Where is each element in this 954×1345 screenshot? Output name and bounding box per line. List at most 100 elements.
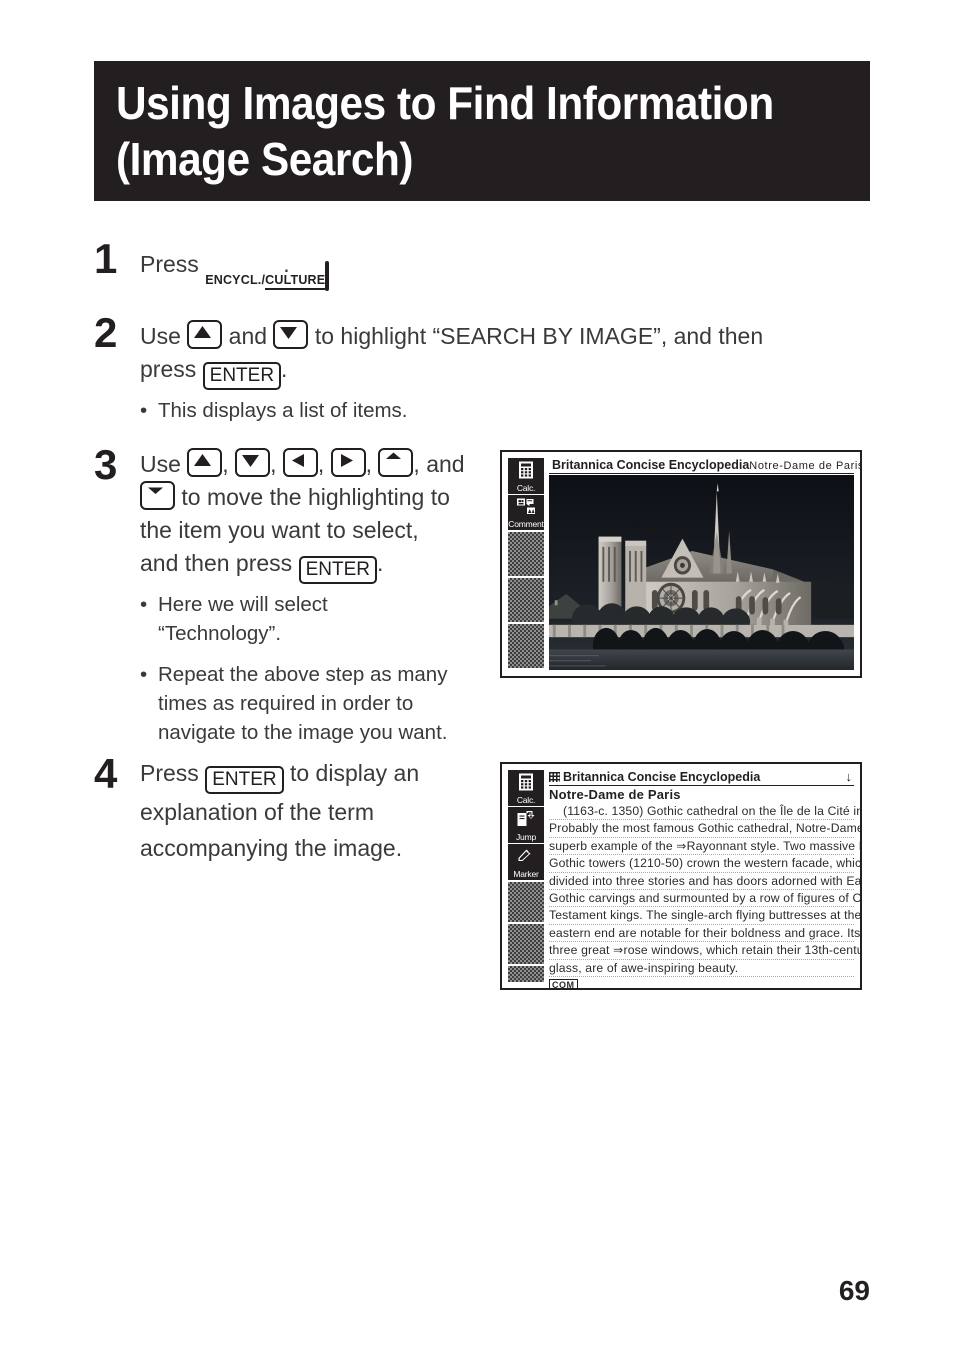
step-3-press-label: and then press: [140, 550, 299, 576]
step-1-number: 1: [94, 235, 118, 282]
step-3-number: 3: [94, 441, 118, 488]
rail-filler-4: [508, 669, 544, 670]
device-screenshot-text-view: Calc. Jump Marker Britannica Concise Enc…: [500, 762, 862, 990]
right-arrow-key[interactable]: [330, 448, 366, 477]
step-2-use-label: Use: [140, 323, 188, 349]
enter-key[interactable]: ENTER: [298, 556, 377, 584]
rail-button-calc[interactable]: Calc.: [508, 770, 544, 806]
rail-button-jump[interactable]: Jump: [508, 807, 544, 843]
step-1-line-1: Press ENCYCL./CULTURE.: [140, 248, 500, 293]
article-line: Gothic carvings and surmounted by a row …: [549, 890, 860, 908]
step-4-display-label: to display an: [283, 760, 420, 786]
step-2-bullets: This displays a list of items.: [140, 396, 840, 425]
calculator-icon: [518, 773, 535, 796]
step-3-sep-2: ,: [270, 451, 283, 477]
step-3-use-label: Use: [140, 451, 188, 477]
article-line: three great ⇒rose windows, which retain …: [549, 942, 860, 960]
down-arrow-key[interactable]: [235, 448, 271, 477]
step-2-and-label: and: [222, 323, 274, 349]
step-3-sep-4: ,: [365, 451, 379, 477]
page-down-key[interactable]: [140, 481, 175, 510]
article-line: superb example of the ⇒Rayonnant style. …: [549, 838, 860, 856]
step-3-line-3: the item you want to select,: [140, 517, 419, 543]
step-2-instruction: to highlight “SEARCH BY IMAGE”, and then: [308, 323, 764, 349]
article-body[interactable]: Notre-Dame de Paris (1163-c. 1350) Gothi…: [549, 786, 860, 988]
rail-button-calc-label: Calc.: [516, 482, 536, 493]
rail-filler-2: [508, 923, 544, 965]
device-content-image-view: Britannica Concise Encyclopedia Notre-Da…: [544, 458, 860, 670]
step-2-period: .: [281, 356, 288, 382]
device-rail-text-view: Calc. Jump Marker: [508, 770, 544, 982]
article-line: Probably the most famous Gothic cathedra…: [549, 820, 860, 838]
page-title-line-2: (Image Search): [116, 133, 413, 185]
down-arrow-key[interactable]: [273, 320, 309, 349]
rail-button-marker[interactable]: Marker: [508, 844, 544, 880]
encycl-culture-key[interactable]: ENCYCL./CULTURE: [205, 260, 330, 293]
article-line: Gothic towers (1210-50) crown the wester…: [549, 855, 860, 873]
step-3-and-label: , and: [413, 451, 465, 477]
up-arrow-key[interactable]: [187, 320, 223, 349]
article-line: (1163-c. 1350) Gothic cathedral on the Î…: [549, 803, 860, 821]
step-2-number: 2: [94, 309, 118, 356]
step-3-bullet-1-line-2: “Technology”.: [158, 622, 282, 645]
step-2-bullet-1-line-1: This displays a list of items.: [158, 399, 408, 422]
page-up-key[interactable]: [378, 448, 414, 477]
step-2-line-1: Use and to highlight “SEARCH BY IMAGE”, …: [140, 320, 840, 353]
step-3-period: .: [376, 550, 384, 576]
jump-icon: [517, 810, 536, 832]
device-rail-image-view: Calc. Comment: [508, 458, 544, 670]
image-caption-header: Notre-Dame de Paris.: [749, 460, 862, 472]
step-2-bullet-1: This displays a list of items.: [140, 396, 840, 425]
device-screenshot-image-view: Calc. Comment Britannica Concise Encyclo…: [500, 450, 862, 678]
rail-button-calc[interactable]: Calc.: [508, 458, 544, 494]
rail-filler-2: [508, 577, 544, 623]
com-tag-badge[interactable]: COM: [549, 978, 578, 988]
article-term: Notre-Dame de Paris: [549, 787, 681, 802]
scroll-down-indicator-icon[interactable]: ↓: [846, 770, 855, 783]
rail-filler-3: [508, 623, 544, 669]
step-2-line-2: press ENTER.: [140, 353, 840, 390]
step-2-press-label: press: [140, 356, 203, 382]
article-line: glass, are of awe-inspiring beauty.: [549, 960, 854, 977]
device-screen-text-view: Calc. Jump Marker Britannica Concise Enc…: [508, 770, 860, 988]
calculator-icon: [518, 461, 535, 484]
step-4-line-1: Press ENTER to display an: [140, 755, 490, 794]
comment-icon: [517, 498, 536, 520]
step-1-text: Press ENCYCL./CULTURE.: [140, 248, 500, 293]
device-screen-image-view: Calc. Comment Britannica Concise Encyclo…: [508, 458, 860, 670]
step-1-press-label: Press: [140, 251, 206, 277]
step-3-line-1: Use , , , , , and: [140, 448, 490, 481]
step-3-line-4: and then press ENTER.: [140, 547, 490, 584]
rail-filler-3: [508, 965, 544, 982]
step-3-line-2: to move the highlighting to: [140, 481, 490, 514]
article-line: Testament kings. The single-arch flying …: [549, 907, 860, 925]
step-4-press-label: Press: [140, 760, 206, 786]
encycl-culture-key-cap-2: CULTURE: [265, 273, 326, 290]
article-line: eastern end are notable for their boldne…: [549, 925, 860, 943]
rail-button-comment[interactable]: Comment: [508, 494, 544, 530]
rail-button-jump-label: Jump: [516, 832, 536, 842]
rail-button-calc-label: Calc.: [516, 795, 536, 805]
rail-filler-1: [508, 531, 544, 577]
notre-dame-photo[interactable]: [549, 475, 854, 670]
page-number: 69: [838, 1275, 870, 1306]
article-com-row: COM: [549, 977, 854, 988]
step-3-bullet-2-line-2: times as required in order to: [158, 692, 414, 715]
dictionary-title: Britannica Concise Encyclopedia: [552, 458, 750, 472]
step-3-bullets: Here we will select “Technology”. Repeat…: [140, 590, 490, 747]
left-arrow-key[interactable]: [282, 448, 318, 477]
marker-icon: [517, 847, 536, 868]
device-header-image-view: Britannica Concise Encyclopedia Notre-Da…: [549, 458, 860, 474]
up-arrow-key[interactable]: [187, 448, 223, 477]
step-2-text: Use and to highlight “SEARCH BY IMAGE”, …: [140, 320, 840, 425]
step-3-bullet-2-line-3: navigate to the image you want.: [158, 721, 448, 744]
step-4-number: 4: [94, 750, 118, 797]
step-4-line-3: accompanying the image.: [140, 835, 403, 861]
step-3-bullet-1-line-1: Here we will select: [158, 593, 328, 616]
step-3-text: Use , , , , , and to move the highlighti…: [140, 448, 490, 747]
step-3-sep-1: ,: [222, 451, 236, 477]
dictionary-title: Britannica Concise Encyclopedia: [563, 770, 761, 784]
enter-key[interactable]: ENTER: [202, 362, 282, 390]
step-3-bullet-1: Here we will select “Technology”.: [140, 590, 490, 648]
enter-key[interactable]: ENTER: [205, 766, 284, 794]
